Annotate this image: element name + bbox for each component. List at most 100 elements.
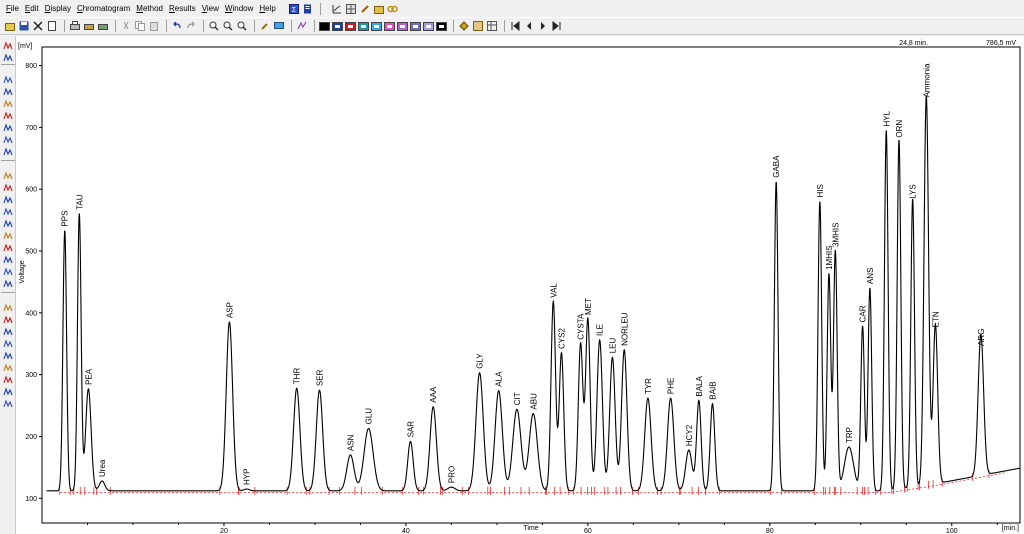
calibrate-icon[interactable] (2, 350, 14, 361)
new-document-icon[interactable] (46, 20, 58, 32)
overlay-icon[interactable] (296, 20, 308, 32)
redo-icon[interactable] (185, 20, 197, 32)
export-icon[interactable] (97, 20, 109, 32)
x-tick-label: 20 (220, 528, 228, 534)
color-swatch-5[interactable] (371, 21, 382, 31)
split-peak-icon[interactable] (2, 182, 14, 193)
retention-icon[interactable] (2, 338, 14, 349)
threshold-icon[interactable] (2, 98, 14, 109)
negative-peak-icon[interactable] (2, 254, 14, 265)
menu-method[interactable]: Method (136, 4, 163, 13)
peak-label: VAL (549, 283, 558, 298)
toolbar-separator (166, 20, 167, 32)
manual-peak-icon[interactable] (2, 170, 14, 181)
noise-icon[interactable] (2, 386, 14, 397)
report-icon[interactable] (302, 3, 314, 15)
color-swatch-6[interactable] (384, 21, 395, 31)
group-icon[interactable] (2, 362, 14, 373)
menu-label-rest: ile (10, 4, 19, 13)
previous-icon[interactable] (523, 20, 535, 32)
zoom-fit-icon[interactable] (236, 20, 248, 32)
identify-icon[interactable] (2, 302, 14, 313)
folder-tool-icon[interactable] (373, 3, 385, 15)
spike-icon[interactable] (2, 374, 14, 385)
copy-icon[interactable] (134, 20, 146, 32)
baseline-icon[interactable] (2, 146, 14, 157)
properties-icon[interactable] (472, 20, 484, 32)
menu-file[interactable]: File (6, 4, 19, 13)
peak-label: ANS (866, 268, 875, 284)
calculator-icon[interactable]: Σ (288, 3, 300, 15)
peak-label: SER (316, 369, 325, 386)
peak-label: GLY (476, 353, 485, 369)
peak-label: CAR (859, 305, 868, 322)
menu-edit[interactable]: Edit (25, 4, 39, 13)
peak-label: ARG (977, 329, 986, 346)
link-tool-icon[interactable] (387, 3, 399, 15)
merge-peak-icon[interactable] (2, 194, 14, 205)
next-icon[interactable] (537, 20, 549, 32)
first-icon[interactable] (509, 20, 521, 32)
color-swatch-2[interactable] (332, 21, 343, 31)
color-swatches (319, 21, 449, 31)
marker-icon[interactable] (458, 20, 470, 32)
valley-icon[interactable] (2, 110, 14, 121)
undo-icon[interactable] (171, 20, 183, 32)
graph-tool-icon[interactable] (331, 3, 343, 15)
menu-label-rest: ethod (142, 4, 163, 13)
color-swatch-10[interactable] (436, 21, 447, 31)
menu-items: File Edit Display Chromatogram Method Results… (6, 4, 282, 13)
tangent-icon[interactable] (2, 122, 14, 133)
table-icon[interactable] (486, 20, 498, 32)
paste-icon[interactable] (148, 20, 160, 32)
chromatogram-panel[interactable]: [mV] 24,8 min. 786,5 mV Voltage Time [mi… (16, 36, 1024, 534)
color-swatch-9[interactable] (423, 21, 434, 31)
save-icon[interactable] (18, 20, 30, 32)
color-swatch-7[interactable] (397, 21, 408, 31)
menu-label-rest: hromatogram (82, 4, 131, 13)
label-icon[interactable] (2, 398, 14, 409)
peak-label: Ammonia (922, 63, 931, 97)
last-icon[interactable] (551, 20, 563, 32)
integration-start-icon[interactable] (2, 40, 14, 51)
color-swatch-1[interactable] (319, 21, 330, 31)
delete-icon[interactable] (32, 20, 44, 32)
cut-icon[interactable] (120, 20, 132, 32)
shoulder-icon[interactable] (2, 266, 14, 277)
window-icon[interactable] (2, 326, 14, 337)
toolbar-separator (254, 20, 255, 32)
tools-icon[interactable] (259, 20, 271, 32)
chromatogram-chart[interactable]: [mV] 24,8 min. 786,5 mV Voltage Time [mi… (16, 36, 1024, 534)
comment-icon[interactable] (273, 20, 285, 32)
color-swatch-8[interactable] (410, 21, 421, 31)
menu-window[interactable]: Window (225, 4, 253, 13)
menu-view[interactable]: View (202, 4, 219, 13)
menu-results[interactable]: Results (169, 4, 196, 13)
peak-width-icon[interactable] (2, 86, 14, 97)
zoom-in-icon[interactable] (208, 20, 220, 32)
print-preview-icon[interactable] (83, 20, 95, 32)
x-tick-label: 40 (402, 528, 410, 534)
move-end-icon[interactable] (2, 218, 14, 229)
grid-tool-icon[interactable] (345, 3, 357, 15)
color-swatch-3[interactable] (345, 21, 356, 31)
move-start-icon[interactable] (2, 206, 14, 217)
print-icon[interactable] (69, 20, 81, 32)
drop-line-icon[interactable] (2, 230, 14, 241)
y-tick-label: 500 (25, 249, 37, 256)
peak-detect-icon[interactable] (2, 74, 14, 85)
edit-tool-icon[interactable] (359, 3, 371, 15)
zoom-out-icon[interactable] (222, 20, 234, 32)
reference-icon[interactable] (2, 314, 14, 325)
skim-icon[interactable] (2, 134, 14, 145)
menu-display[interactable]: Display (45, 4, 71, 13)
menu-label-rest: esults (174, 4, 196, 13)
open-icon[interactable] (4, 20, 16, 32)
integration-stop-icon[interactable] (2, 52, 14, 63)
color-swatch-4[interactable] (358, 21, 369, 31)
menu-help[interactable]: Help (259, 4, 275, 13)
exclude-icon[interactable] (2, 278, 14, 289)
forced-peak-icon[interactable] (2, 242, 14, 253)
menu-chromatogram[interactable]: Chromatogram (77, 4, 130, 13)
menu-bar: File Edit Display Chromatogram Method Results… (0, 0, 1024, 17)
